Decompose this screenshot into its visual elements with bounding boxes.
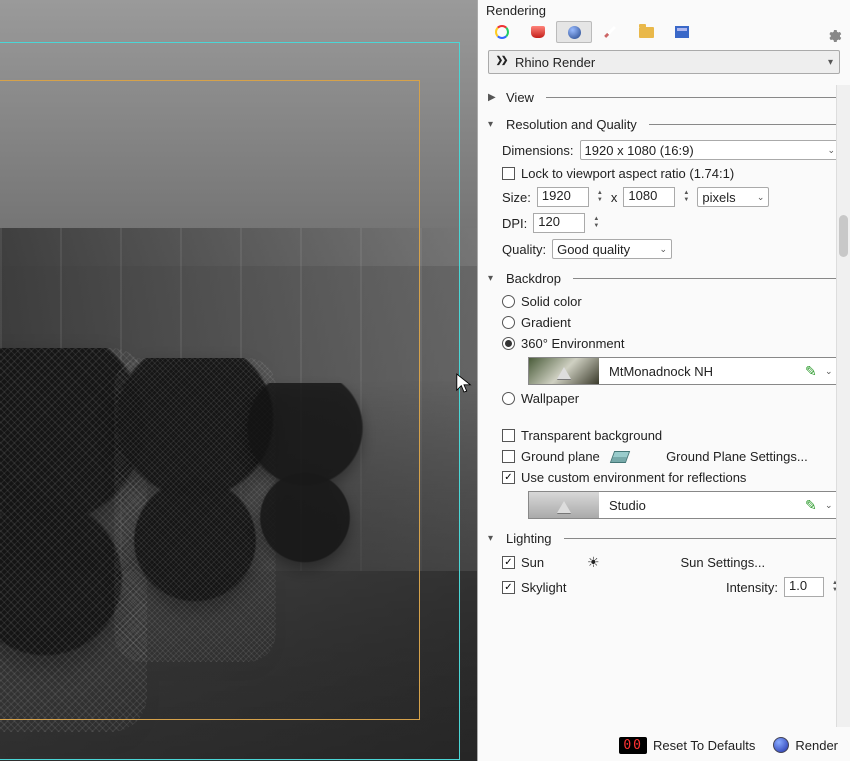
rendering-panel: Rendering Rhino Render ▾ ▶ View ▾	[478, 0, 850, 761]
sun-checkbox[interactable]: ✓	[502, 556, 515, 569]
renderer-dropdown[interactable]: Rhino Render ▾	[488, 50, 840, 74]
panel-footer: 00 Reset To Defaults Render	[478, 729, 850, 761]
toolbar-library-icon[interactable]	[520, 21, 556, 43]
section-resolution-header[interactable]: ▾ Resolution and Quality	[488, 117, 840, 132]
dpi-label: DPI:	[502, 216, 527, 231]
chevron-down-icon: ⌄	[757, 192, 765, 203]
section-backdrop: ▾ Backdrop Solid color Gradient 360° Env…	[488, 271, 840, 519]
chevron-down-icon: ⌄	[660, 244, 668, 255]
scene-background	[0, 0, 477, 761]
toolbar-colorwheel-icon[interactable]	[484, 21, 520, 43]
chevron-right-icon: ▶	[488, 92, 498, 103]
dpi-input[interactable]: 120	[533, 213, 585, 233]
environment-thumb	[529, 358, 599, 384]
backdrop-solid-radio[interactable]	[502, 295, 515, 308]
quality-dropdown[interactable]: Good quality ⌄	[552, 239, 672, 259]
toolbar-sphere-icon[interactable]	[556, 21, 592, 43]
panel-title: Rendering	[478, 0, 850, 18]
ground-plane-checkbox[interactable]	[502, 450, 515, 463]
lock-aspect-checkbox[interactable]	[502, 167, 515, 180]
section-lighting: ▾ Lighting ✓ Sun ☀ Sun Settings... ✓ Sky…	[488, 531, 840, 597]
chevron-down-icon: ▾	[488, 273, 498, 284]
scrollbar-thumb[interactable]	[839, 215, 848, 257]
ground-plane-icon	[610, 451, 630, 463]
pencil-icon[interactable]: ✎	[805, 497, 825, 514]
toolbar-pencil-icon[interactable]	[592, 21, 628, 43]
reset-defaults-button[interactable]: 00 Reset To Defaults	[619, 737, 755, 754]
chevron-down-icon: ▾	[828, 57, 833, 68]
reflection-env-selector[interactable]: Studio ✎ ⌄	[528, 491, 840, 519]
pencil-icon[interactable]: ✎	[805, 363, 825, 380]
environment-selector[interactable]: MtMonadnock NH ✎ ⌄	[528, 357, 840, 385]
ground-plane-settings-button[interactable]: Ground Plane Settings...	[634, 449, 840, 464]
dimensions-dropdown[interactable]: 1920 x 1080 (16:9) ⌄	[580, 140, 840, 160]
chevron-down-icon: ▾	[488, 533, 498, 544]
section-lighting-header[interactable]: ▾ Lighting	[488, 531, 840, 546]
dimensions-label: Dimensions:	[502, 143, 574, 158]
custom-reflection-checkbox[interactable]: ✓	[502, 471, 515, 484]
section-backdrop-header[interactable]: ▾ Backdrop	[488, 271, 840, 286]
size-unit-dropdown[interactable]: pixels ⌄	[697, 187, 769, 207]
size-width-input[interactable]: 1920	[537, 187, 589, 207]
toolbar-window-icon[interactable]	[664, 21, 700, 43]
panel-toolbar	[478, 18, 850, 46]
reset-digits-icon: 00	[619, 737, 647, 754]
transparent-bg-checkbox[interactable]	[502, 429, 515, 442]
size-height-spinner[interactable]: ▲▼	[681, 187, 691, 207]
size-width-spinner[interactable]: ▲▼	[595, 187, 605, 207]
section-resolution: ▾ Resolution and Quality Dimensions: 192…	[488, 117, 840, 259]
panel-scrollbar[interactable]	[836, 85, 850, 727]
intensity-label: Intensity:	[726, 580, 778, 595]
backdrop-360-radio[interactable]	[502, 337, 515, 350]
reflection-env-thumb	[529, 492, 599, 518]
gear-icon[interactable]	[826, 28, 842, 47]
render-button[interactable]: Render	[773, 737, 838, 753]
toolbar-folder-icon[interactable]	[628, 21, 664, 43]
intensity-input[interactable]: 1.0	[784, 577, 824, 597]
sun-icon: ☀	[587, 554, 600, 571]
chevron-down-icon: ⌄	[827, 145, 835, 156]
skylight-checkbox[interactable]: ✓	[502, 581, 515, 594]
renderer-name: Rhino Render	[515, 55, 595, 70]
render-globe-icon	[773, 737, 789, 753]
chevron-down-icon: ▾	[488, 119, 498, 130]
viewport[interactable]	[0, 0, 478, 761]
size-label: Size:	[502, 190, 531, 205]
backdrop-wallpaper-radio[interactable]	[502, 392, 515, 405]
sun-settings-button[interactable]: Sun Settings...	[606, 555, 840, 570]
lock-aspect-label: Lock to viewport aspect ratio (1.74:1)	[521, 166, 734, 181]
quality-label: Quality:	[502, 242, 546, 257]
backdrop-gradient-radio[interactable]	[502, 316, 515, 329]
panel-body: ▶ View ▾ Resolution and Quality Dimensio…	[478, 78, 850, 729]
section-view-header[interactable]: ▶ View	[488, 90, 840, 105]
dpi-spinner[interactable]: ▲▼	[591, 213, 601, 233]
size-height-input[interactable]: 1080	[623, 187, 675, 207]
section-view: ▶ View	[488, 90, 840, 105]
